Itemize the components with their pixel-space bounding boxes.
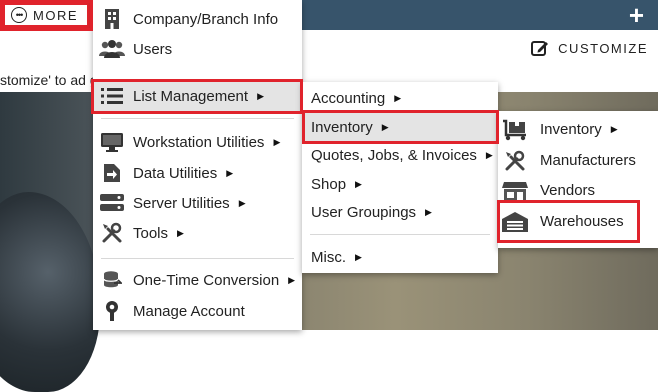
inventory-item-label: Manufacturers — [540, 152, 636, 169]
menu-item-company-branch-info[interactable]: Company/Branch Info — [93, 6, 302, 32]
submenu-arrow-icon: ▶ — [257, 90, 264, 101]
more-button[interactable]: ••• MORE — [2, 2, 90, 28]
account-logo-icon — [99, 299, 125, 323]
submenu-arrow-icon: ▶ — [288, 274, 296, 285]
menu-item-tools[interactable]: Tools ▶ — [93, 219, 302, 247]
menu-item-label: Data Utilities — [133, 164, 218, 182]
menu-item-workstation-utilities[interactable]: Workstation Utilities ▶ — [93, 128, 302, 156]
submenu-arrow-icon: ▶ — [238, 197, 246, 208]
menu-item-label: One-Time Conversion — [133, 271, 280, 289]
inventory-submenu: Inventory ▶ Manufacturers Vendors Wareho… — [498, 111, 658, 248]
server-icon — [99, 191, 125, 215]
menu-item-label: Tools — [133, 224, 169, 242]
menu-item-data-utilities[interactable]: Data Utilities ▶ — [93, 159, 302, 187]
submenu-item-label: User Groupings — [311, 203, 417, 221]
users-icon — [99, 37, 125, 61]
menu-item-one-time-conversion[interactable]: One-Time Conversion ▶ — [93, 266, 302, 294]
submenu-arrow-icon: ▶ — [394, 93, 402, 103]
menu-item-label: Workstation Utilities — [133, 133, 265, 151]
customize-button[interactable]: CUSTOMIZE — [530, 38, 648, 58]
submenu-arrow-icon: ▶ — [273, 136, 281, 147]
menu-item-label: Manage Account — [133, 302, 245, 320]
more-label: MORE — [33, 7, 78, 23]
tools-icon — [99, 221, 125, 245]
submenu-item-label: Misc. — [311, 248, 346, 266]
submenu-arrow-icon: ▶ — [355, 178, 362, 189]
database-convert-icon — [99, 268, 125, 292]
warehouse-icon — [502, 210, 528, 234]
submenu-item-inventory[interactable]: Inventory ▶ — [302, 113, 498, 141]
customize-label: CUSTOMIZE — [558, 40, 648, 56]
inventory-item-label: Inventory — [540, 121, 602, 138]
menu-item-users[interactable]: Users — [93, 36, 302, 62]
submenu-arrow-icon: ▶ — [425, 206, 432, 217]
tools-icon — [502, 149, 528, 173]
more-dropdown-menu: Company/Branch Info Users List Managemen… — [93, 0, 302, 330]
submenu-item-label: Inventory — [311, 118, 373, 136]
file-arrow-icon — [99, 161, 125, 185]
submenu-arrow-icon: ▶ — [226, 167, 234, 178]
dolly-icon — [502, 118, 528, 142]
menu-divider — [101, 118, 294, 119]
menu-item-label: Users — [133, 40, 173, 58]
menu-item-manage-account[interactable]: Manage Account — [93, 297, 302, 325]
inventory-item-label: Warehouses — [540, 213, 624, 230]
list-icon — [99, 84, 125, 108]
background-creature — [0, 192, 100, 392]
submenu-arrow-icon: ▶ — [610, 124, 618, 134]
submenu-item-misc[interactable]: Misc. ▶ — [302, 243, 498, 271]
add-icon[interactable]: + — [629, 1, 644, 29]
more-dots-icon: ••• — [11, 7, 27, 23]
submenu-item-label: Accounting — [311, 90, 386, 107]
inventory-item-manufacturers[interactable]: Manufacturers — [498, 146, 658, 175]
submenu-item-label: Shop — [311, 175, 347, 193]
inventory-item-vendors[interactable]: Vendors — [498, 176, 658, 205]
menu-item-label: Server Utilities — [133, 194, 230, 212]
submenu-item-accounting[interactable]: Accounting ▶ — [302, 85, 498, 112]
inventory-item-inventory[interactable]: Inventory ▶ — [498, 115, 658, 144]
menu-item-label: List Management — [133, 87, 249, 105]
menu-item-label: Company/Branch Info — [133, 10, 279, 28]
list-management-submenu: Accounting ▶ Inventory ▶ Quotes, Jobs, &… — [302, 82, 498, 273]
storefront-icon — [502, 179, 528, 203]
submenu-arrow-icon: ▶ — [485, 150, 493, 160]
monitor-icon — [99, 130, 125, 154]
submenu-item-label: Quotes, Jobs, & Invoices — [311, 147, 477, 164]
submenu-arrow-icon: ▶ — [177, 227, 184, 238]
submenu-arrow-icon: ▶ — [355, 251, 362, 262]
building-icon — [99, 7, 125, 31]
submenu-divider — [310, 234, 490, 235]
edit-icon — [531, 41, 549, 56]
submenu-item-user-groupings[interactable]: User Groupings ▶ — [302, 198, 498, 226]
submenu-item-quotes-jobs-invoices[interactable]: Quotes, Jobs, & Invoices ▶ — [302, 142, 498, 169]
submenu-arrow-icon: ▶ — [381, 121, 389, 132]
menu-divider — [101, 258, 294, 259]
menu-item-server-utilities[interactable]: Server Utilities ▶ — [93, 189, 302, 217]
menu-item-list-management[interactable]: List Management ▶ — [93, 81, 302, 111]
inventory-item-label: Vendors — [540, 182, 596, 199]
submenu-item-shop[interactable]: Shop ▶ — [302, 170, 498, 198]
inventory-item-warehouses[interactable]: Warehouses — [498, 207, 658, 236]
